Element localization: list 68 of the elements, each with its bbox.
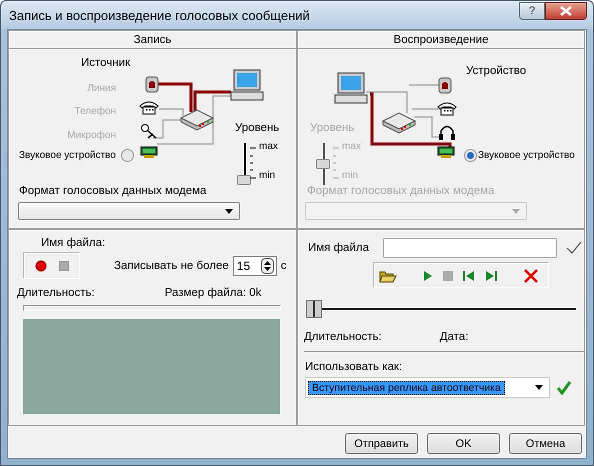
- section-title: Воспроизведение: [394, 34, 488, 46]
- phone-jack-icon: [438, 78, 452, 94]
- window-title: Запись и воспроизведение голосовых сообщений: [9, 8, 310, 22]
- dialog-button[interactable]: Отмена: [509, 433, 582, 454]
- phone-jack-icon: [146, 76, 158, 92]
- skip-forward-icon[interactable]: [485, 270, 497, 282]
- use-as-label: Использовать как:: [305, 361, 404, 373]
- skip-back-icon[interactable]: [463, 270, 475, 282]
- source-label: Телефон: [74, 106, 116, 117]
- headphones-icon: [439, 126, 455, 140]
- telephone-icon: [438, 102, 456, 116]
- scale-ticks-icon: [250, 145, 258, 181]
- play-icon[interactable]: [423, 270, 433, 282]
- close-icon: [560, 6, 572, 16]
- unit-label: с: [280, 260, 287, 272]
- file-name-label: Имя файла: [308, 242, 369, 254]
- help-button[interactable]: ?: [519, 2, 545, 20]
- scale-ticks-icon: [333, 145, 341, 181]
- stop-icon[interactable]: [443, 270, 453, 280]
- delete-icon[interactable]: [524, 268, 538, 282]
- dropdown-arrow-icon[interactable]: [225, 208, 233, 214]
- format-label: Формат голосовых данных модема: [307, 185, 494, 197]
- duration-label: Длительность:: [17, 287, 95, 299]
- device-title: Устройство: [466, 65, 526, 77]
- source-title: Источник: [81, 57, 130, 69]
- file-size-label: Размер файла: 0k: [164, 287, 262, 299]
- checkmark-icon[interactable]: [564, 241, 583, 255]
- record-icon[interactable]: [35, 260, 47, 272]
- computer-icon: [334, 72, 368, 104]
- format-label: Формат голосовых данных модема: [19, 185, 206, 197]
- radio-button[interactable]: [121, 149, 134, 162]
- level-slider-thumb[interactable]: [237, 175, 251, 185]
- limit-label: Записывать не более: [114, 260, 229, 272]
- file-name-label: Имя файла:: [41, 237, 106, 249]
- sound-device-label: Звуковое устройство: [478, 150, 575, 161]
- level-slider-thumb[interactable]: [316, 159, 330, 169]
- dropdown-arrow-icon[interactable]: [535, 385, 543, 390]
- connector-line: [408, 84, 442, 86]
- modem-icon: [180, 109, 214, 131]
- sound-device-label: Звуковое устройство: [19, 150, 116, 161]
- duration-spinbox[interactable]: 15: [232, 256, 277, 276]
- spin-arrows-icon[interactable]: [260, 258, 274, 274]
- sound-card-icon: [140, 146, 158, 158]
- duration-label: Длительность:: [304, 331, 382, 343]
- position-slider-thumb[interactable]: [306, 300, 322, 318]
- radio-button[interactable]: [464, 149, 477, 162]
- date-label: Дата:: [440, 331, 468, 343]
- min-label: min: [259, 170, 276, 181]
- source-label: Линия: [87, 83, 116, 94]
- level-title: Уровень: [310, 122, 354, 134]
- section-title: Запись: [134, 34, 172, 46]
- dialog-button[interactable]: OK: [427, 433, 500, 454]
- file-name-field[interactable]: [382, 238, 557, 258]
- sound-card-icon: [438, 146, 454, 158]
- folder-icon[interactable]: [379, 268, 397, 282]
- close-button[interactable]: [545, 2, 587, 20]
- computer-icon: [230, 70, 264, 100]
- modem-icon: [382, 112, 416, 134]
- source-label: Микрофон: [67, 130, 116, 141]
- max-label: max: [259, 141, 278, 152]
- checkmark-icon[interactable]: [556, 380, 572, 394]
- dialog-button[interactable]: Отправить: [345, 433, 418, 454]
- microphone-icon: [141, 124, 157, 139]
- min-label: min: [342, 170, 358, 181]
- max-label: max: [342, 141, 361, 152]
- use-as-dropdown[interactable]: Вступительная реплика автоответчика: [305, 377, 550, 398]
- level-title: Уровень: [235, 122, 280, 134]
- telephone-icon: [140, 102, 158, 114]
